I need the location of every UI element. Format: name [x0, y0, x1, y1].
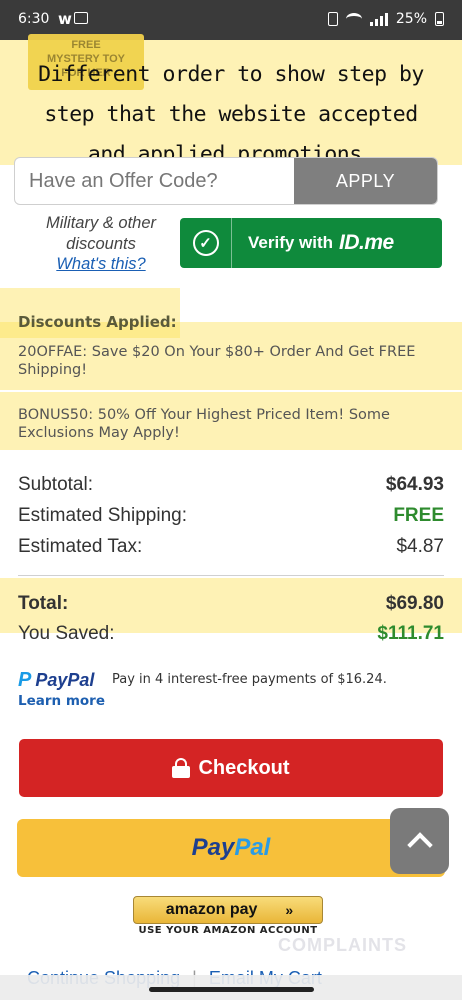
total-value: $69.80 [385, 593, 444, 614]
subtotal-row: Subtotal: $64.93 [18, 474, 444, 496]
paypal-logo: P PayPal [18, 669, 94, 692]
amazon-pay-label: amazon pay [165, 901, 258, 918]
learn-more-link[interactable]: Learn more [18, 693, 105, 709]
app-notification-icon: w [58, 10, 72, 28]
annotation-line: Different order to show step by [38, 62, 424, 87]
saved-value: $111.71 [377, 623, 444, 644]
signal-icon [369, 12, 388, 26]
shipping-value: FREE [393, 505, 444, 526]
tax-row: Estimated Tax: $4.87 [18, 536, 444, 558]
subtotal-value: $64.93 [385, 474, 444, 495]
tax-value: $4.87 [396, 536, 444, 557]
verify-idme-button[interactable]: ✓ Verify with ID.me [180, 218, 442, 268]
total-label: Total: [18, 593, 69, 614]
discount-item: 20OFFAE: Save $20 On Your $80+ Order And… [18, 344, 416, 378]
paypal-pal-text: Pal [234, 834, 271, 861]
shipping-label: Estimated Shipping: [18, 505, 187, 526]
totals-divider [18, 575, 444, 576]
battery-percent: 25% [395, 11, 427, 27]
offer-code-form: APPLY [14, 157, 438, 205]
military-text-line: discounts [66, 235, 136, 253]
paypal-p-icon: P [18, 669, 32, 691]
home-handle[interactable] [149, 987, 314, 992]
saved-label: You Saved: [18, 623, 115, 644]
discount-item: BONUS50: 50% Off Your Highest Priced Ite… [18, 407, 390, 441]
total-row: Total: $69.80 [18, 593, 444, 615]
wifi-icon [345, 13, 362, 25]
whats-this-link[interactable]: What's this? [30, 255, 172, 274]
verify-label: Verify with [248, 233, 334, 252]
vibrate-icon [327, 12, 338, 26]
offer-code-input[interactable] [15, 158, 294, 204]
status-time: 6:30 [18, 11, 50, 27]
check-circle-icon: ✓ [180, 218, 232, 268]
amazon-pay-button[interactable]: amazon pay » [133, 896, 323, 924]
saved-row: You Saved: $111.71 [18, 623, 444, 645]
checkout-label: Checkout [198, 756, 290, 779]
annotation-line: step that the website accepted [44, 102, 418, 127]
discounts-title: Discounts Applied: [18, 313, 177, 331]
paypal-logo-text: PayPal [35, 670, 95, 690]
pay-in-4-text: Pay in 4 interest-free payments of $16.2… [112, 672, 387, 687]
paypal-button[interactable]: Pay Pal [17, 819, 445, 877]
checkout-button[interactable]: Checkout [19, 739, 443, 797]
subtotal-label: Subtotal: [18, 474, 93, 495]
image-notification-icon [74, 12, 88, 24]
tax-label: Estimated Tax: [18, 536, 143, 557]
battery-icon [435, 12, 444, 26]
apply-button[interactable]: APPLY [294, 158, 437, 204]
scroll-to-top-button[interactable] [390, 808, 449, 874]
chevron-up-icon [406, 832, 433, 858]
status-icons: 25% [327, 11, 444, 27]
military-text-line: Military & other [45, 214, 157, 232]
watermark: COMPLAINTS [278, 935, 407, 955]
double-chevron-icon: » [285, 902, 293, 918]
paypal-pay-text: Pay [191, 834, 235, 861]
navigation-bar [0, 975, 462, 1000]
idme-logo: ID.me [339, 231, 394, 254]
lock-icon [172, 758, 191, 778]
military-discounts-text: Military & other discounts [30, 213, 172, 255]
shipping-row: Estimated Shipping: FREE [18, 505, 444, 527]
